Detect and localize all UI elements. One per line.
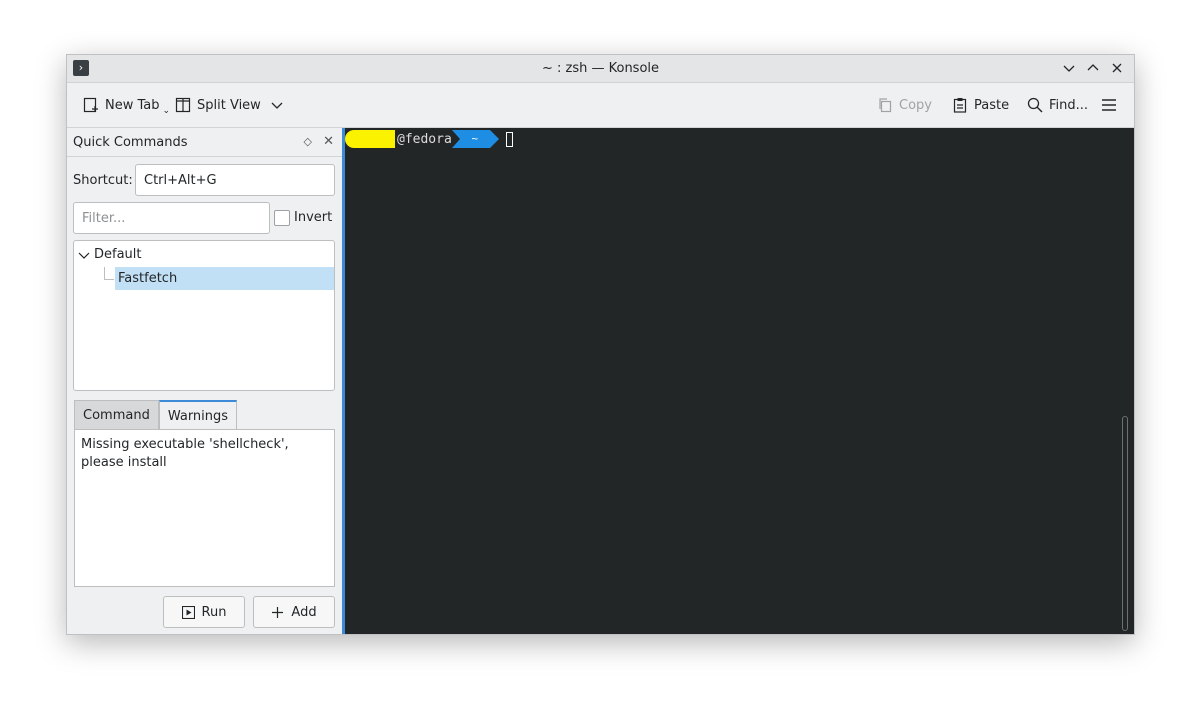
warnings-text: Missing executable 'shellcheck', please … <box>74 429 335 587</box>
command-tabs: Command Warnings <box>74 400 238 430</box>
copy-label: Copy <box>899 97 932 113</box>
close-button[interactable] <box>1108 59 1126 77</box>
tab-warnings[interactable]: Warnings <box>158 400 238 429</box>
shortcut-input[interactable] <box>135 164 335 196</box>
tree-branch-line <box>104 279 114 280</box>
shell-prompt: @fedora ~ <box>345 130 513 148</box>
add-button[interactable]: Add <box>253 596 335 628</box>
paste-button[interactable]: Paste <box>952 91 1009 119</box>
tree-group-default[interactable]: Default <box>78 247 142 262</box>
chevron-down-icon <box>271 102 283 109</box>
prompt-host: @fedora <box>397 131 452 147</box>
find-button[interactable]: Find... <box>1027 91 1088 119</box>
search-icon <box>1027 97 1043 113</box>
terminal-cursor <box>505 131 513 147</box>
window-controls <box>1060 59 1126 77</box>
terminal-view[interactable]: @fedora ~ <box>345 128 1134 634</box>
split-view-label: Split View <box>197 97 261 113</box>
panel-title: Quick Commands <box>73 135 188 150</box>
chevron-down-icon <box>78 252 90 259</box>
new-tab-label: New Tab <box>105 97 160 113</box>
shortcut-label: Shortcut: <box>73 173 133 188</box>
new-tab-icon <box>83 97 98 113</box>
float-panel-icon[interactable]: ◇ <box>304 135 312 148</box>
tab-command[interactable]: Command <box>74 400 159 429</box>
split-view-icon <box>175 97 191 113</box>
new-tab-button[interactable]: New Tab ⌄ <box>83 91 170 119</box>
quick-commands-panel: Quick Commands ◇ ✕ Shortcut: Invert Defa… <box>67 128 345 634</box>
maximize-button[interactable] <box>1084 59 1102 77</box>
plus-icon <box>272 606 284 618</box>
close-panel-icon[interactable]: ✕ <box>323 134 334 149</box>
commands-tree: Default Fastfetch <box>73 240 335 391</box>
close-icon <box>1112 63 1122 73</box>
find-label: Find... <box>1049 97 1089 113</box>
invert-label: Invert <box>294 210 333 225</box>
window-title: ~ : zsh — Konsole <box>541 61 660 76</box>
run-button[interactable]: Run <box>163 596 245 628</box>
minimize-button[interactable] <box>1060 59 1078 77</box>
hamburger-icon <box>1102 99 1116 111</box>
konsole-window: › ~ : zsh — Konsole New Tab ⌄ Split View… <box>66 54 1135 635</box>
panel-header: Quick Commands ◇ ✕ <box>67 128 342 157</box>
chevron-down-icon <box>1063 65 1075 72</box>
main-toolbar: New Tab ⌄ Split View Copy Paste Find... <box>67 83 1134 128</box>
add-label: Add <box>291 604 317 620</box>
prompt-user-segment <box>345 130 395 148</box>
tree-branch-line <box>104 267 105 279</box>
tree-item-fastfetch[interactable]: Fastfetch <box>115 267 334 290</box>
paste-label: Paste <box>974 97 1010 113</box>
dropdown-arrow-icon: ⌄ <box>162 106 171 116</box>
terminal-scrollbar[interactable] <box>1122 416 1128 631</box>
copy-icon <box>879 98 892 113</box>
split-view-button[interactable]: Split View <box>175 91 283 119</box>
paste-icon <box>953 98 967 113</box>
prompt-path-segment: ~ <box>451 130 499 148</box>
filter-input[interactable] <box>73 202 270 234</box>
run-label: Run <box>201 604 227 620</box>
chevron-up-icon <box>1087 64 1099 71</box>
title-bar[interactable]: › ~ : zsh — Konsole <box>67 55 1134 83</box>
hamburger-menu-button[interactable] <box>1101 91 1117 119</box>
invert-checkbox[interactable] <box>274 210 290 226</box>
copy-button[interactable]: Copy <box>877 91 932 119</box>
run-icon <box>181 605 195 619</box>
tree-group-label: Default <box>94 247 142 262</box>
